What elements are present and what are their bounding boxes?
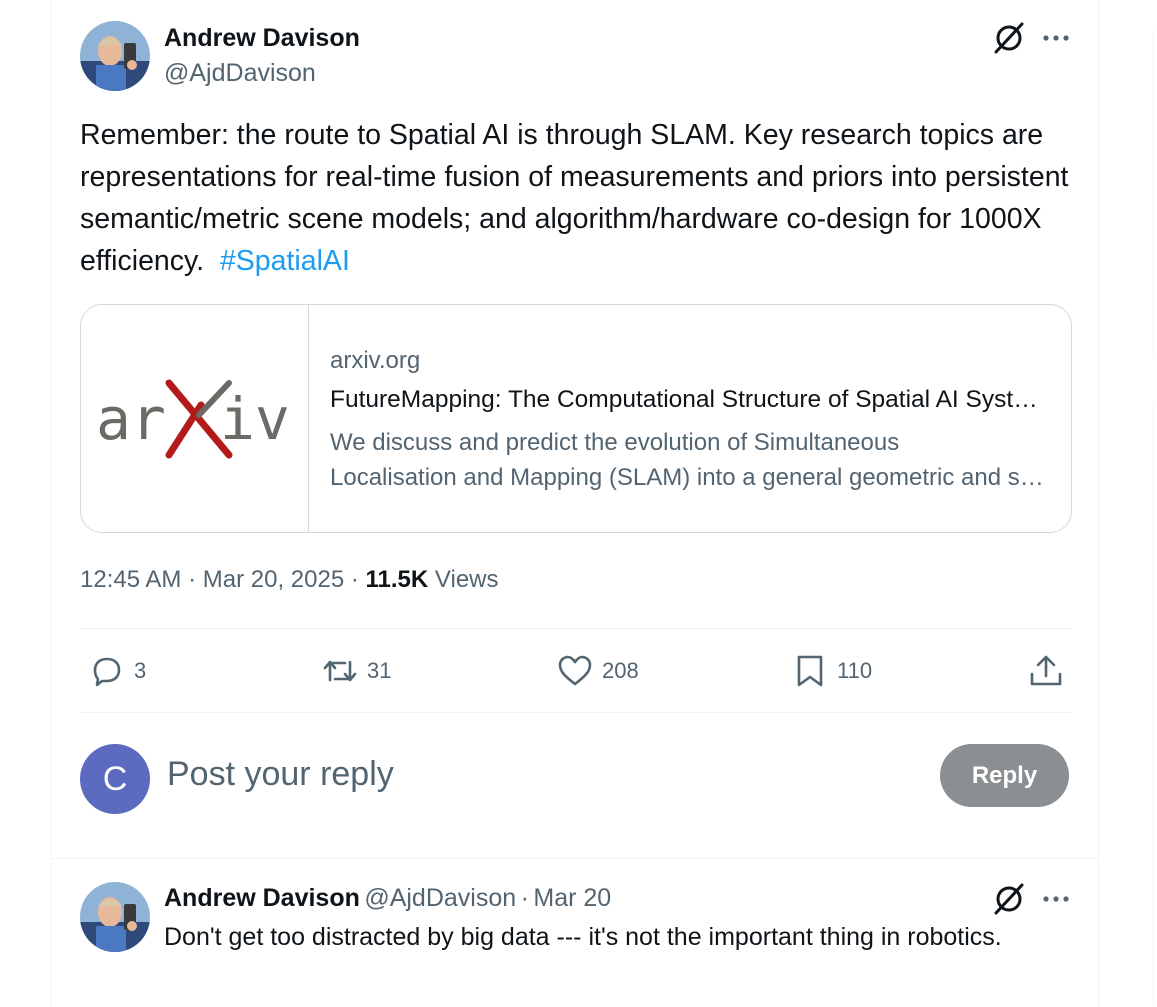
grok-icon[interactable]	[992, 21, 1026, 55]
divider	[80, 628, 1072, 629]
second-post-header: Andrew Davison @AjdDavison · Mar 20	[164, 884, 611, 913]
arxiv-logo: ar iv	[96, 379, 290, 459]
author-avatar[interactable]	[80, 882, 150, 952]
author-handle[interactable]: @AjdDavison	[164, 59, 316, 88]
repost-icon	[323, 660, 357, 682]
link-card-description: We discuss and predict the evolution of …	[330, 425, 1050, 495]
views-label: Views	[434, 566, 499, 593]
author-name[interactable]: Andrew Davison	[164, 884, 360, 912]
divider	[80, 712, 1072, 713]
hashtag-link[interactable]: #SpatialAI	[220, 245, 350, 277]
share-action-button[interactable]	[1027, 650, 1065, 692]
reply-button[interactable]: Reply	[940, 744, 1069, 807]
bookmark-icon	[797, 655, 823, 687]
post-date[interactable]: Mar 20, 2025	[203, 566, 344, 593]
bookmark-action-button[interactable]: 110	[791, 650, 872, 692]
link-card-title: FutureMapping: The Computational Structu…	[330, 386, 1050, 413]
side-panel-edge	[1153, 30, 1157, 360]
like-icon	[558, 655, 592, 686]
author-avatar[interactable]	[80, 21, 150, 91]
more-icon[interactable]	[1041, 884, 1071, 914]
section-divider	[52, 858, 1098, 859]
author-handle[interactable]: @AjdDavison	[364, 884, 516, 912]
link-card-description-line: We discuss and predict the evolution of …	[330, 429, 900, 456]
repost-action-button[interactable]: 31	[321, 650, 391, 692]
reply-count: 3	[134, 658, 147, 683]
reply-input[interactable]: Post your reply	[167, 755, 394, 794]
reply-action-button[interactable]: 3	[88, 650, 146, 692]
views-count: 11.5K	[365, 566, 429, 593]
post-time[interactable]: 12:45 AM	[80, 566, 181, 593]
share-icon	[1030, 655, 1062, 686]
grok-icon[interactable]	[992, 882, 1026, 916]
header-separator: ·	[520, 884, 529, 912]
repost-count: 31	[367, 658, 392, 683]
like-count: 208	[602, 658, 639, 683]
reply-icon	[93, 657, 121, 687]
more-icon[interactable]	[1041, 23, 1071, 53]
author-name[interactable]: Andrew Davison	[164, 24, 360, 53]
link-card-description-line: Localisation and Mapping (SLAM) into a g…	[330, 464, 1050, 491]
like-action-button[interactable]: 208	[556, 650, 639, 692]
link-card[interactable]: ar iv arxiv.org FutureMapping: The Compu…	[80, 304, 1072, 533]
second-post-text: Don't get too distracted by big data ---…	[164, 923, 1002, 951]
bookmark-count: 110	[837, 658, 873, 683]
current-user-avatar[interactable]: C	[80, 744, 150, 814]
logo-text-right: iv	[220, 385, 290, 453]
side-panel-edge	[1153, 400, 1157, 1007]
post-text: Remember: the route to Spatial AI is thr…	[80, 114, 1080, 282]
link-card-thumbnail: ar iv	[81, 305, 309, 532]
post-metadata: 12:45 AM · Mar 20, 2025 · 11.5K Views	[80, 566, 499, 593]
link-card-domain: arxiv.org	[330, 347, 421, 374]
post-date[interactable]: Mar 20	[533, 884, 611, 912]
logo-text-left: ar	[96, 385, 166, 453]
